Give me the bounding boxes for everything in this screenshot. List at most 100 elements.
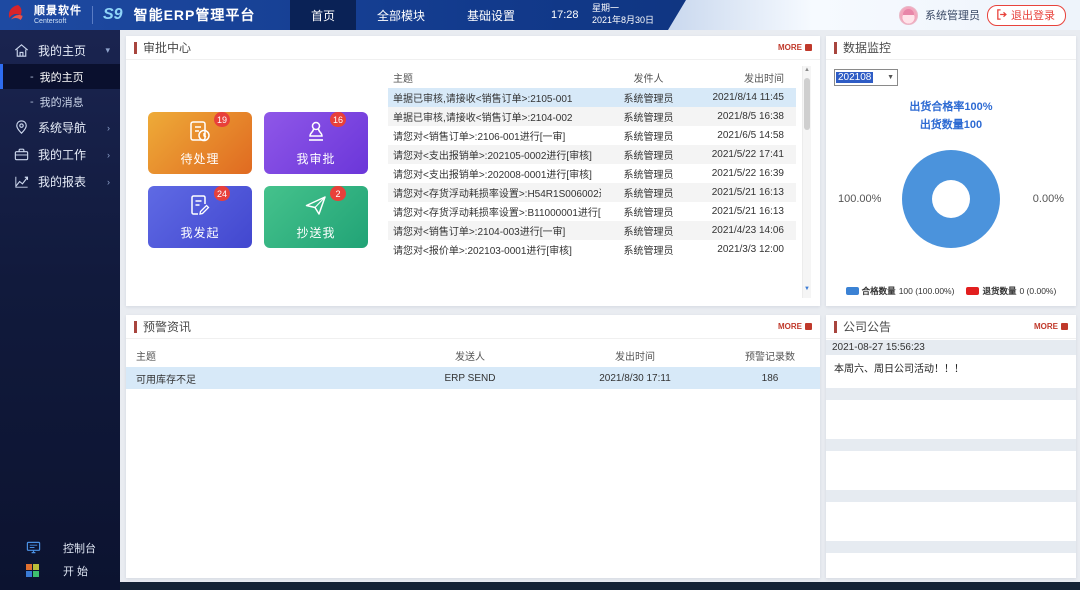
badge-count: 24 <box>214 186 230 201</box>
tile-label: 抄送我 <box>296 224 335 241</box>
approval-table: 主题 发件人 发出时间 单据已审核,请接收<销售订单>:2105-001 系统管… <box>388 66 796 259</box>
logout-label: 退出登录 <box>1011 7 1055 23</box>
more-icon <box>1061 323 1068 330</box>
clock-date: 星期一 2021年8月30日 <box>592 3 654 26</box>
col-time: 发出时间 <box>696 70 796 85</box>
announcement-item-empty <box>826 439 1076 485</box>
topbar: 顺景软件 Centersoft S9 智能ERP管理平台 首页 全部模块 基础设… <box>0 0 1080 30</box>
accent-bar <box>134 42 137 54</box>
sidebar-subitem-my-messages[interactable]: 我的消息 <box>0 89 120 114</box>
sidebar-item-label: 系统导航 <box>38 119 86 136</box>
announcement-content: 本周六、周日公司活动！！！ <box>826 355 1076 383</box>
panel-header: 预警资讯 MORE <box>126 315 820 339</box>
legend-item-returned[interactable]: 退货数量 0 (0.00%) <box>966 285 1056 297</box>
scrollbar-thumb[interactable] <box>804 78 810 130</box>
col-sender: 发件人 <box>601 70 696 85</box>
sidebar: 我的主页 ▾ 我的主页 我的消息 系统导航 › 我的工作 › 我的报表 › <box>0 30 120 590</box>
sidebar-item-my-work[interactable]: 我的工作 › <box>0 141 120 168</box>
tile-my-approvals[interactable]: 16 我审批 <box>264 112 368 174</box>
ship-qty-text: 出货数量100 <box>826 116 1076 134</box>
sidebar-item-my-home[interactable]: 我的主页 ▾ <box>0 37 120 64</box>
legend-swatch <box>846 287 859 295</box>
accent-bar <box>834 42 837 54</box>
tile-label: 我发起 <box>180 224 219 241</box>
scrollbar[interactable]: ▲ ▼ <box>802 66 811 298</box>
panel-header: 审批中心 MORE <box>126 36 820 60</box>
period-select[interactable]: 202108 ▼ <box>834 69 898 86</box>
sidebar-item-system-nav[interactable]: 系统导航 › <box>0 114 120 141</box>
paper-plane-icon <box>303 193 329 219</box>
donut-chart <box>902 150 1000 248</box>
col-sender: 发送人 <box>390 348 550 363</box>
accent-bar <box>834 321 837 333</box>
weekday: 星期一 <box>592 3 654 15</box>
announcement-item[interactable]: 2021-08-27 15:56:23 本周六、周日公司活动！！！ <box>826 340 1076 383</box>
sidebar-subitem-my-home[interactable]: 我的主页 <box>0 64 120 89</box>
chevron-down-icon: ▾ <box>105 45 110 56</box>
top-nav: 首页 全部模块 基础设置 <box>290 0 536 30</box>
tile-initiated-by-me[interactable]: 24 我发起 <box>148 186 252 248</box>
divider <box>92 6 93 24</box>
tile-cc-to-me[interactable]: 2 抄送我 <box>264 186 368 248</box>
console-button[interactable]: 控制台 <box>0 536 120 559</box>
panel-title: 公司公告 <box>843 318 891 335</box>
table-row[interactable]: 单据已审核,请接收<销售订单>:2104-002 系统管理员 2021/8/5 … <box>388 107 796 126</box>
table-row[interactable]: 请您对<销售订单>:2104-003进行[一审] 系统管理员 2021/4/23… <box>388 221 796 240</box>
topbar-user-area: 系统管理员 退出登录 <box>668 0 1080 30</box>
start-button[interactable]: 开 始 <box>0 559 120 582</box>
more-button[interactable]: MORE <box>1034 322 1068 331</box>
more-icon <box>805 323 812 330</box>
table-row[interactable]: 可用库存不足 ERP SEND 2021/8/30 17:11 186 <box>126 367 820 389</box>
chevron-right-icon: › <box>107 123 110 133</box>
table-row[interactable]: 请您对<销售订单>:2106-001进行[一审] 系统管理员 2021/6/5 … <box>388 126 796 145</box>
chevron-right-icon: › <box>107 150 110 160</box>
clock-time: 17:28 <box>551 0 579 30</box>
pass-rate-text: 出货合格率100% <box>826 98 1076 116</box>
table-row[interactable]: 请您对<存货浮动耗损率设置>:H54R1S006002进行[审核] 系统管理员 … <box>388 183 796 202</box>
doc-edit-icon <box>187 193 213 219</box>
donut-left-label: 100.00% <box>838 193 881 205</box>
username: 系统管理员 <box>925 7 980 23</box>
panel-header: 数据监控 <box>826 36 1076 60</box>
start-label: 开 始 <box>63 563 88 579</box>
panel-header: 公司公告 MORE <box>826 315 1076 339</box>
legend-swatch <box>966 287 979 295</box>
scroll-down-arrow[interactable]: ▼ <box>803 286 811 292</box>
more-button[interactable]: MORE <box>778 43 812 52</box>
table-row[interactable]: 请您对<存货浮动耗损率设置>:B11000001进行[审核] 系统管理员 202… <box>388 202 796 221</box>
tile-pending[interactable]: 19 待处理 <box>148 112 252 174</box>
col-count: 预警记录数 <box>720 348 820 363</box>
scroll-up-arrow[interactable]: ▲ <box>803 67 811 73</box>
table-row[interactable]: 请您对<报价单>:202103-0001进行[审核] 系统管理员 2021/3/… <box>388 240 796 259</box>
tab-all-modules[interactable]: 全部模块 <box>356 0 446 30</box>
col-subject: 主题 <box>126 348 390 363</box>
announcement-item-empty <box>826 541 1076 578</box>
table-row[interactable]: 请您对<支出报销单>:202008-0001进行[审核] 系统管理员 2021/… <box>388 164 796 183</box>
tab-home[interactable]: 首页 <box>290 0 356 30</box>
panel-title: 审批中心 <box>143 39 191 56</box>
announcement-date: 2021-08-27 15:56:23 <box>826 340 1076 355</box>
sidebar-subitem-label: 我的消息 <box>40 94 84 110</box>
tile-label: 我审批 <box>296 150 335 167</box>
tile-label: 待处理 <box>180 150 219 167</box>
monitor-summary: 出货合格率100% 出货数量100 <box>826 98 1076 134</box>
tab-basic-settings[interactable]: 基础设置 <box>446 0 536 30</box>
pending-doc-clock-icon <box>187 119 213 145</box>
badge-count: 16 <box>330 112 346 127</box>
sidebar-item-my-reports[interactable]: 我的报表 › <box>0 168 120 195</box>
more-icon <box>805 44 812 51</box>
table-row[interactable]: 单据已审核,请接收<销售订单>:2105-001 系统管理员 2021/8/14… <box>388 88 796 107</box>
briefcase-icon <box>13 146 30 163</box>
avatar[interactable] <box>899 6 918 25</box>
badge-count: 19 <box>214 112 230 127</box>
sidebar-footer: 控制台 开 始 <box>0 536 120 582</box>
announcement-list: 2021-08-27 15:56:23 本周六、周日公司活动！！！ <box>826 340 1076 578</box>
data-monitor-panel: 数据监控 202108 ▼ 出货合格率100% 出货数量100 100.00% … <box>826 36 1076 306</box>
more-button[interactable]: MORE <box>778 322 812 331</box>
logout-button[interactable]: 退出登录 <box>987 5 1066 26</box>
announcement-item-empty <box>826 490 1076 536</box>
table-row[interactable]: 请您对<支出报销单>:202105-0002进行[审核] 系统管理员 2021/… <box>388 145 796 164</box>
badge-count: 2 <box>330 186 346 201</box>
announcements-panel: 公司公告 MORE 2021-08-27 15:56:23 本周六、周日公司活动… <box>826 315 1076 578</box>
legend-item-qualified[interactable]: 合格数量 100 (100.00%) <box>846 285 955 297</box>
